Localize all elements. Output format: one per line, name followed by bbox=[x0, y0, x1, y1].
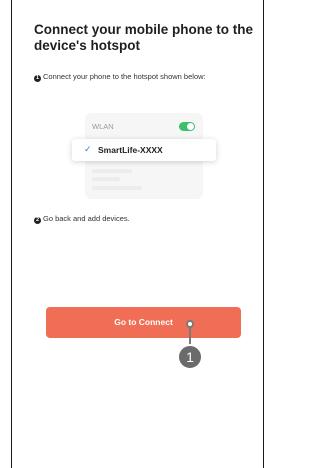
step-number-badge: 1 bbox=[34, 75, 41, 82]
page-title: Connect your mobile phone to the device'… bbox=[34, 22, 253, 53]
callout-pointer-line bbox=[189, 327, 191, 345]
step-2-text: Go back and add devices. bbox=[43, 214, 130, 223]
step-number-badge: 2 bbox=[34, 217, 41, 224]
step-2-instruction: 2 Go back and add devices. bbox=[34, 214, 234, 224]
step-1-text: Connect your phone to the hotspot shown … bbox=[43, 72, 206, 81]
placeholder-network-line bbox=[92, 177, 120, 181]
placeholder-network-line bbox=[92, 186, 142, 190]
network-name: SmartLife-XXXX bbox=[98, 145, 163, 155]
callout-number-badge: 1 bbox=[177, 344, 203, 370]
checkmark-icon: ✓ bbox=[84, 144, 92, 154]
step-1-instruction: 1 Connect your phone to the hotspot shown… bbox=[34, 72, 234, 82]
phone-screen bbox=[11, 0, 264, 468]
selected-network-row: ✓ SmartLife-XXXX bbox=[72, 139, 216, 161]
placeholder-network-line bbox=[92, 169, 132, 173]
wlan-toggle-icon bbox=[179, 122, 195, 131]
go-to-connect-button[interactable]: Go to Connect bbox=[46, 307, 241, 338]
wlan-label: WLAN bbox=[92, 122, 114, 131]
